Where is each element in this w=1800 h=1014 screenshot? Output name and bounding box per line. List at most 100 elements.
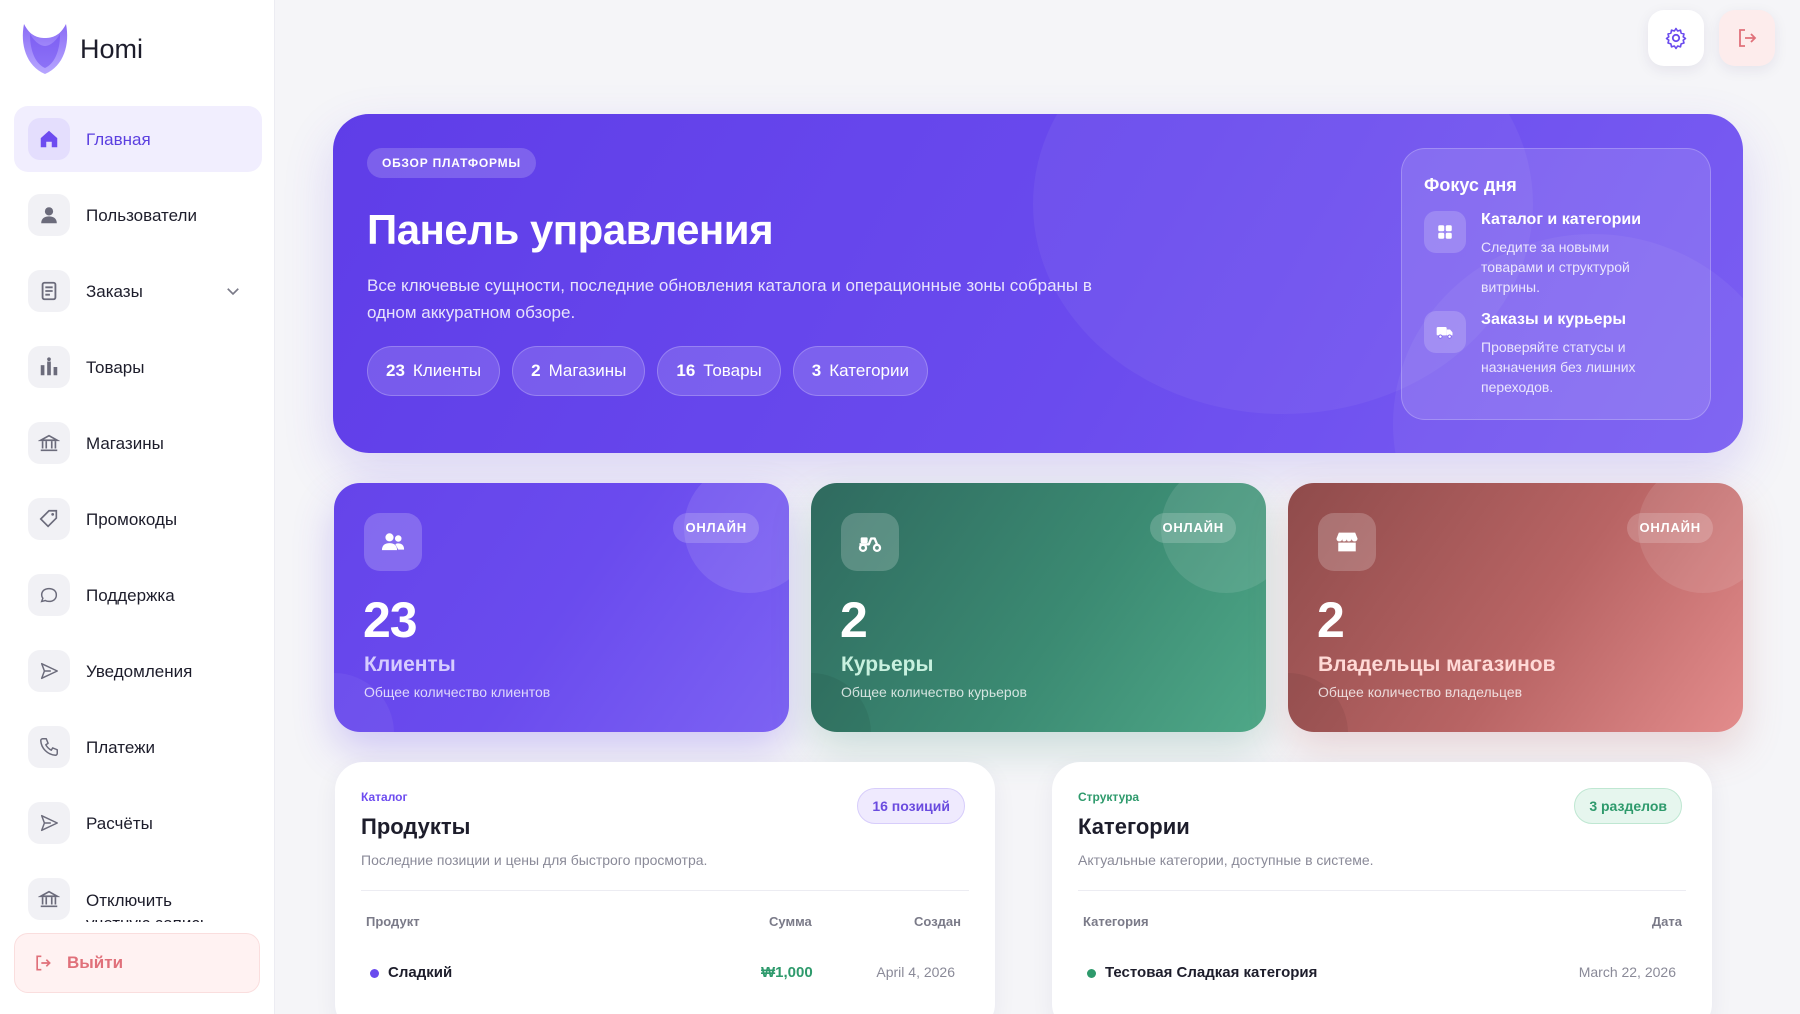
brand[interactable]: Homi: [20, 22, 143, 76]
logo-icon: [22, 24, 68, 74]
user-icon: [28, 194, 70, 236]
panel-title: Категории: [1078, 814, 1190, 839]
products-panel: Каталог Продукты Последние позиции и цен…: [335, 762, 995, 1014]
focus-item-desc: Следите за новыми товарами и структурой …: [1481, 239, 1630, 295]
hero-stat-products[interactable]: 16 Товары: [657, 346, 781, 396]
panel-subtitle: Актуальные категории, доступные в систем…: [1078, 852, 1374, 868]
stat-value: 2: [840, 592, 868, 648]
brand-name: Homi: [80, 33, 144, 64]
chevron-down-icon[interactable]: [224, 282, 242, 300]
focus-item-desc: Проверяйте статусы и назначения без лишн…: [1481, 339, 1636, 395]
sidebar-item-label: Поддержка: [86, 585, 175, 605]
stat-title: Курьеры: [841, 653, 934, 676]
hero-stat-label: Товары: [703, 361, 762, 380]
stat-card-couriers[interactable]: ОНЛАЙН 2 Курьеры Общее количество курьер…: [811, 483, 1266, 732]
logout-icon: [1739, 29, 1757, 47]
products-icon: [28, 346, 70, 388]
panel-title: Продукты: [361, 814, 471, 839]
sidebar-item-label: Платежи: [86, 737, 155, 757]
column-header-sum[interactable]: Сумма: [769, 914, 812, 929]
store-icon: [1318, 513, 1376, 571]
sidebar-item-promocodes[interactable]: Промокоды: [14, 486, 262, 552]
product-sum: ₩1,000: [761, 964, 813, 981]
sidebar-item-orders[interactable]: Заказы: [14, 258, 262, 324]
stat-desc: Общее количество курьеров: [841, 684, 1027, 700]
sidebar-item-label: Магазины: [86, 433, 164, 453]
focus-card: Фокус дня Каталог и категории Следите за…: [1401, 148, 1711, 420]
sidebar-item-label: Расчёты: [86, 813, 153, 833]
product-name: Сладкий: [366, 964, 452, 981]
stat-card-shop-owners[interactable]: ОНЛАЙН 2 Владельцы магазинов Общее колич…: [1288, 483, 1743, 732]
column-header-date[interactable]: Дата: [1652, 914, 1682, 929]
count-badge[interactable]: 3 разделов: [1574, 788, 1682, 824]
stat-desc: Общее количество владельцев: [1318, 684, 1523, 700]
panel-kicker: Структура: [1078, 790, 1140, 804]
status-badge: ОНЛАЙН: [1150, 513, 1236, 543]
hero-stat-shops[interactable]: 2 Магазины: [512, 346, 646, 396]
stat-desc: Общее количество клиентов: [364, 684, 551, 700]
focus-item-title: Каталог и категории: [1481, 211, 1642, 228]
grid-icon: [1424, 211, 1466, 253]
categories-panel: Структура Категории Актуальные категории…: [1052, 762, 1712, 1014]
panel-kicker: Каталог: [361, 790, 408, 804]
hero-stat-label: Категории: [829, 361, 909, 380]
product-date: April 4, 2026: [876, 964, 955, 980]
divider: [361, 890, 969, 891]
sidebar-item-label: Отключить учетную запись: [86, 891, 209, 922]
count-badge[interactable]: 16 позиций: [857, 788, 965, 824]
hero-stat-num: 16: [676, 361, 696, 380]
sidebar-item-settlements[interactable]: Расчёты: [14, 790, 262, 856]
sidebar-item-shops[interactable]: Магазины: [14, 410, 262, 476]
gear-icon: [1665, 27, 1687, 50]
stat-value: 2: [1317, 592, 1345, 648]
truck-icon: [1424, 311, 1466, 353]
column-header-product[interactable]: Продукт: [366, 914, 420, 929]
focus-item-catalog[interactable]: Каталог и категории Следите за новыми то…: [1424, 211, 1694, 301]
sidebar-item-support[interactable]: Поддержка: [14, 562, 262, 628]
stat-title: Владельцы магазинов: [1318, 653, 1556, 676]
status-badge: ОНЛАЙН: [1627, 513, 1713, 543]
orders-icon: [28, 270, 70, 312]
bank-icon: [28, 878, 70, 920]
sidebar-item-products[interactable]: Товары: [14, 334, 262, 400]
hero-panel: ОБЗОР ПЛАТФОРМЫ Панель управления Все кл…: [333, 114, 1743, 453]
sidebar-item-notifications[interactable]: Уведомления: [14, 638, 262, 704]
column-header-created[interactable]: Создан: [914, 914, 961, 929]
bank-icon: [28, 422, 70, 464]
send-icon: [28, 802, 70, 844]
chat-icon: [28, 574, 70, 616]
sidebar-item-label: Уведомления: [86, 661, 193, 681]
column-header-category[interactable]: Категория: [1083, 914, 1149, 929]
focus-item-orders[interactable]: Заказы и курьеры Проверяйте статусы и на…: [1424, 311, 1694, 401]
stat-title: Клиенты: [364, 653, 456, 676]
home-icon: [28, 118, 70, 160]
category-date: March 22, 2026: [1578, 964, 1676, 980]
hero-stat-num: 3: [811, 361, 822, 380]
send-icon: [28, 650, 70, 692]
category-name: Тестовая Сладкая категория: [1083, 964, 1317, 981]
sidebar-item-label: Товары: [86, 357, 145, 377]
hero-stat-clients[interactable]: 23 Клиенты: [367, 346, 501, 396]
hero-stat-label: Клиенты: [412, 361, 482, 380]
users-icon: [364, 513, 422, 571]
divider: [1078, 890, 1686, 891]
sidebar-item-label: Промокоды: [86, 509, 178, 529]
sidebar-nav: Главная Пользователи Заказы Товары Магаз…: [14, 106, 262, 922]
sidebar-item-payments[interactable]: Платежи: [14, 714, 262, 780]
sidebar-item-home[interactable]: Главная: [14, 106, 262, 172]
sidebar-item-users[interactable]: Пользователи: [14, 182, 262, 248]
exit-button[interactable]: [1719, 10, 1775, 66]
scooter-icon: [841, 513, 899, 571]
stat-value: 23: [363, 592, 418, 648]
hero-stat-categories[interactable]: 3 Категории: [792, 346, 928, 396]
sidebar-item-label: Пользователи: [86, 205, 197, 225]
sidebar-item-disable-account[interactable]: Отключить учетную запись: [14, 866, 262, 922]
settings-button[interactable]: [1648, 10, 1704, 66]
focus-item-title: Заказы и курьеры: [1481, 311, 1627, 328]
hero-stat-label: Магазины: [548, 361, 627, 380]
hero-stat-num: 2: [531, 361, 541, 380]
hero-stat-num: 23: [386, 361, 405, 380]
logout-icon: [36, 955, 51, 971]
logout-button[interactable]: Выйти: [14, 933, 260, 993]
stat-card-clients[interactable]: ОНЛАЙН 23 Клиенты Общее количество клиен…: [334, 483, 789, 732]
